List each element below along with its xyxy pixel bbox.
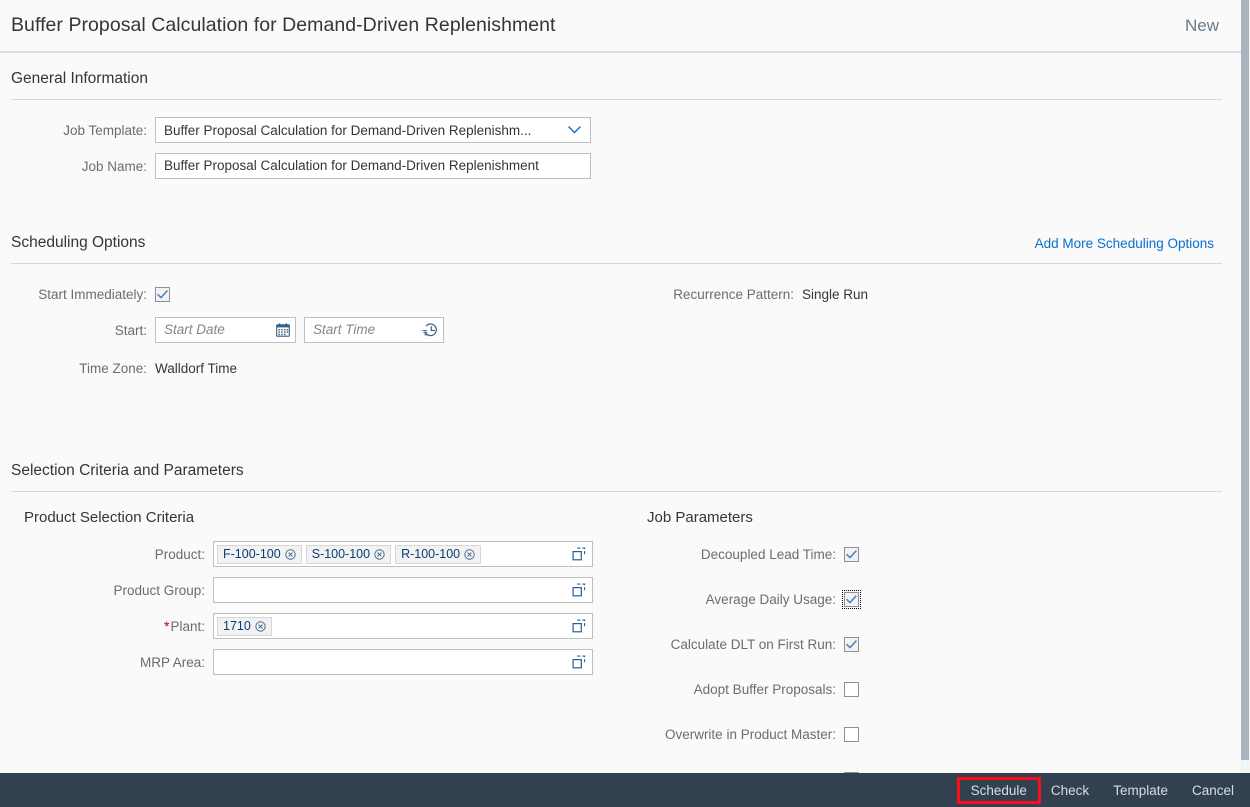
value-help-icon[interactable] (572, 547, 586, 561)
label-average-daily-usage: Average Daily Usage: (705, 591, 836, 607)
page-header: Buffer Proposal Calculation for Demand-D… (0, 0, 1241, 51)
subsection-product-selection-criteria: Product Selection Criteria Product: F-10… (0, 492, 620, 807)
field-row-overwrite-in-product-master: Overwrite in Product Master: (629, 720, 1241, 748)
token[interactable]: 1710 (217, 616, 272, 636)
token-label: S-100-100 (311, 547, 371, 561)
value-help-icon[interactable] (572, 655, 586, 669)
label-job-name: Job Name: (81, 158, 147, 174)
field-row-recurrence-pattern: Recurrence Pattern: Single Run (632, 280, 1241, 308)
section-general-information: General Information Job Template: Buffer… (0, 53, 1241, 180)
close-icon[interactable] (374, 548, 385, 560)
field-row-start-immediately: Start Immediately: (0, 280, 632, 308)
label-product: Product: (154, 546, 205, 562)
template-button[interactable]: Template (1101, 779, 1180, 802)
field-row-time-zone: Time Zone: Walldorf Time (0, 354, 632, 382)
field-row-start: Start: Start Date Start Time (0, 316, 632, 344)
adopt-buffer-proposals-checkbox[interactable] (844, 681, 859, 697)
start-date-input[interactable]: Start Date (155, 317, 296, 343)
page-scrollbar[interactable] (1241, 0, 1250, 773)
section-title-general-information: General Information (11, 70, 148, 87)
field-row-mrp-area: MRP Area: (13, 648, 620, 676)
time-zone-value: Walldorf Time (155, 360, 238, 376)
field-row-average-daily-usage: Average Daily Usage: (629, 585, 1241, 613)
label-calculate-dlt-on-first-run: Calculate DLT on First Run: (670, 636, 836, 652)
page-title: Buffer Proposal Calculation for Demand-D… (11, 14, 556, 36)
overwrite-in-product-master-checkbox[interactable] (844, 726, 859, 742)
job-template-value: Buffer Proposal Calculation for Demand-D… (164, 122, 532, 138)
close-icon[interactable] (255, 620, 266, 632)
label-recurrence-pattern: Recurrence Pattern: (673, 286, 794, 302)
product-group-token-input[interactable] (213, 577, 593, 603)
value-help-icon[interactable] (572, 619, 586, 633)
label-adopt-buffer-proposals: Adopt Buffer Proposals: (693, 681, 836, 697)
token-label: 1710 (223, 619, 251, 633)
field-row-product-group: Product Group: (13, 576, 620, 604)
field-row-calculate-dlt-on-first-run: Calculate DLT on First Run: (629, 630, 1241, 658)
label-plant: Plant: (13, 618, 213, 634)
label-product-group: Product Group: (113, 582, 205, 598)
token[interactable]: F-100-100 (217, 544, 302, 564)
calculate-dlt-on-first-run-checkbox[interactable] (844, 636, 859, 652)
field-row-plant: Plant: 1710 (13, 612, 620, 640)
field-row-product: Product: F-100-100 S-100-100 R-100-100 (13, 540, 620, 568)
subsection-title-job-parameters: Job Parameters (647, 509, 753, 526)
close-icon[interactable] (464, 548, 475, 560)
section-selection-criteria: Selection Criteria and Parameters Produc… (0, 445, 1241, 807)
subsection-title-product-selection-criteria: Product Selection Criteria (24, 509, 195, 526)
clock-icon[interactable] (422, 323, 438, 338)
token[interactable]: R-100-100 (395, 544, 482, 564)
section-title-selection-criteria: Selection Criteria and Parameters (11, 462, 244, 479)
average-daily-usage-checkbox[interactable] (842, 589, 861, 609)
label-job-template: Job Template: (63, 122, 147, 138)
section-title-scheduling-options: Scheduling Options (11, 234, 146, 251)
job-name-input[interactable]: Buffer Proposal Calculation for Demand-D… (155, 153, 591, 179)
label-decoupled-lead-time: Decoupled Lead Time: (700, 546, 836, 562)
subsection-job-parameters: Job Parameters Decoupled Lead Time: Aver… (620, 492, 1241, 807)
label-time-zone: Time Zone: (79, 360, 147, 376)
decoupled-lead-time-checkbox[interactable] (844, 546, 859, 562)
calendar-icon[interactable] (276, 323, 290, 337)
page-content: Buffer Proposal Calculation for Demand-D… (0, 0, 1241, 787)
check-button[interactable]: Check (1039, 779, 1101, 802)
token-label: R-100-100 (401, 547, 461, 561)
label-start: Start: (114, 322, 147, 338)
token[interactable]: S-100-100 (305, 544, 392, 564)
recurrence-pattern-value: Single Run (802, 286, 869, 302)
section-scheduling-options: Scheduling Options Add More Scheduling O… (0, 217, 1241, 390)
page-scrollbar-thumb[interactable] (1241, 0, 1249, 760)
schedule-button[interactable]: Schedule (956, 776, 1041, 804)
close-icon[interactable] (284, 548, 296, 560)
label-start-immediately: Start Immediately: (38, 286, 147, 302)
add-more-scheduling-options-link[interactable]: Add More Scheduling Options (1035, 236, 1214, 263)
label-overwrite-in-product-master: Overwrite in Product Master: (664, 726, 836, 742)
field-row-job-name: Job Name: Buffer Proposal Calculation fo… (0, 152, 1241, 180)
job-template-select[interactable]: Buffer Proposal Calculation for Demand-D… (155, 117, 591, 143)
page-state-label: New (1184, 15, 1219, 35)
app-root: Buffer Proposal Calculation for Demand-D… (0, 0, 1250, 807)
field-row-job-template: Job Template: Buffer Proposal Calculatio… (0, 116, 1241, 144)
footer-toolbar: Schedule Check Template Cancel (0, 773, 1250, 807)
cancel-button[interactable]: Cancel (1180, 779, 1246, 802)
value-help-icon[interactable] (572, 583, 586, 597)
product-token-input[interactable]: F-100-100 S-100-100 R-100-100 (213, 541, 593, 567)
field-row-decoupled-lead-time: Decoupled Lead Time: (629, 540, 1241, 568)
plant-token-input[interactable]: 1710 (213, 613, 593, 639)
start-immediately-checkbox[interactable] (155, 286, 170, 302)
mrp-area-token-input[interactable] (213, 649, 593, 675)
field-row-adopt-buffer-proposals: Adopt Buffer Proposals: (629, 675, 1241, 703)
token-label: F-100-100 (223, 547, 281, 561)
label-mrp-area: MRP Area: (139, 654, 205, 670)
chevron-down-icon (568, 126, 581, 135)
